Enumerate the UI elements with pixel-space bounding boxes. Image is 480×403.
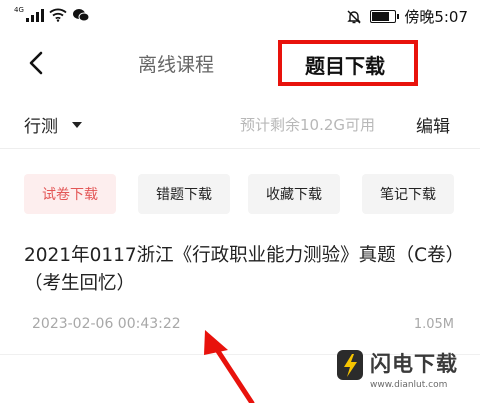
wechat-icon [73, 9, 90, 22]
mute-icon [347, 10, 362, 23]
tab-offline-courses[interactable]: 离线课程 [138, 50, 214, 77]
tab-question-download[interactable]: 题目下载 [305, 50, 385, 79]
lightning-logo-icon [337, 350, 363, 380]
status-right: 傍晚5:07 [346, 6, 468, 27]
divider [0, 148, 480, 149]
status-bar: 4G 傍晚5:07 [0, 0, 480, 34]
watermark: 闪电下载 www.dianlut.com [336, 346, 476, 400]
chip-paper-download[interactable]: 试卷下载 [24, 174, 116, 214]
item-size: 1.05M [413, 317, 454, 332]
battery-icon [370, 10, 400, 23]
caret-down-icon [72, 121, 82, 128]
item-title: 2021年0117浙江《行政职业能力测验》真题（C卷）（考生回忆） [24, 245, 455, 294]
subject-selector[interactable]: 行测 [24, 112, 82, 137]
edit-button[interactable]: 编辑 [416, 112, 450, 137]
watermark-url: www.dianlut.com [370, 380, 448, 390]
watermark-name: 闪电下载 [370, 352, 458, 376]
clock: 傍晚5:07 [404, 8, 468, 26]
chip-wrong-questions-download[interactable]: 错题下载 [138, 174, 230, 214]
cellular-signal-icon [26, 8, 44, 22]
nav-header: 离线课程 题目下载 [0, 38, 480, 88]
item-date: 2023-02-06 00:43:22 [32, 316, 181, 332]
chip-notes-download[interactable]: 笔记下载 [362, 174, 454, 214]
subject-label: 行测 [24, 117, 58, 137]
chip-favorites-download[interactable]: 收藏下载 [248, 174, 340, 214]
network-type: 4G [14, 6, 24, 14]
chevron-left-icon[interactable] [22, 48, 52, 78]
wifi-icon [49, 8, 67, 22]
storage-info: 预计剩余10.2G可用 [240, 116, 376, 134]
status-left: 4G [14, 6, 90, 22]
